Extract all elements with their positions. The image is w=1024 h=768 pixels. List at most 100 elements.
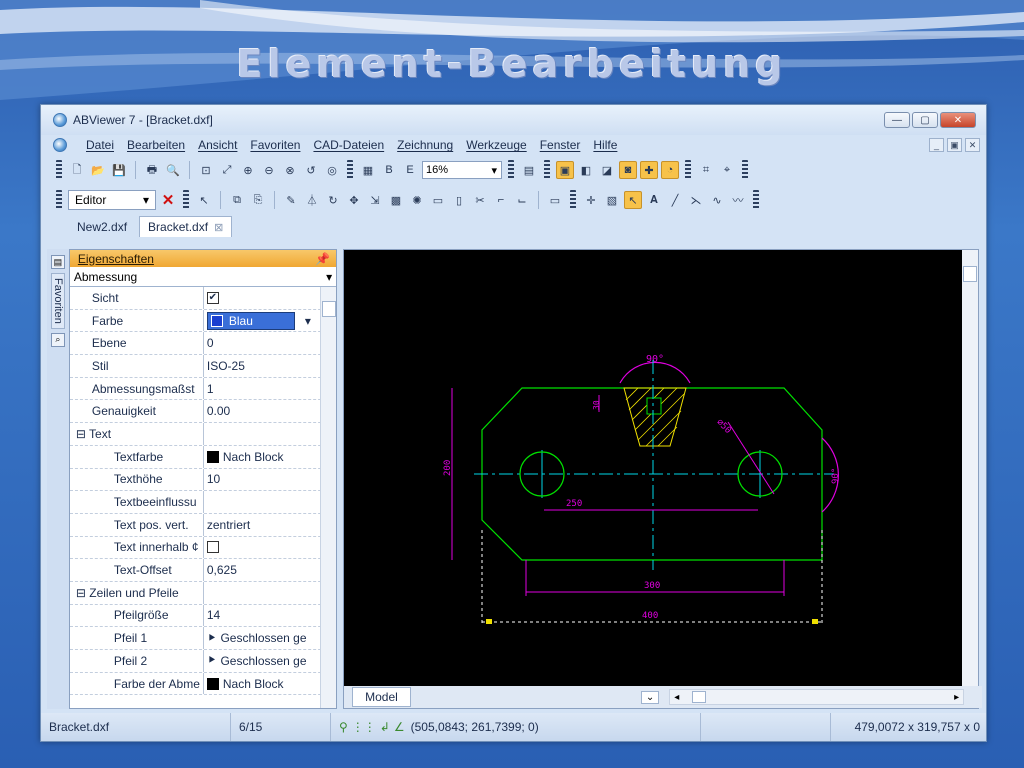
tab-bracket[interactable]: Bracket.dxf ⊠ xyxy=(139,216,233,237)
editor-mode-combobox[interactable]: Editor ▾ xyxy=(68,190,156,210)
model-tab[interactable]: Model xyxy=(352,687,411,707)
tab-close-icon[interactable]: ⊠ xyxy=(214,222,223,234)
property-row[interactable]: Farbe Blau ▾ xyxy=(69,309,337,333)
property-row[interactable]: Stil ISO-25 xyxy=(69,355,337,378)
property-row[interactable]: Pfeil 2 ⯈ Geschlossen ge xyxy=(69,650,337,673)
paste-icon[interactable]: ⎘ xyxy=(249,191,267,209)
layout-chevron-icon[interactable]: ⌄ xyxy=(640,690,660,704)
color-mode-icon[interactable]: ◪ xyxy=(598,161,616,179)
grid-status-icon[interactable]: ⋮⋮ xyxy=(352,720,376,734)
explode-icon[interactable]: ✺ xyxy=(408,191,426,209)
property-row[interactable]: Textfarbe Nach Block xyxy=(69,445,337,469)
checkbox-checked-icon[interactable]: ✔ xyxy=(206,291,219,304)
measure-icon[interactable]: ⌗ xyxy=(697,161,715,179)
zoom-extents-icon[interactable]: ⤢ xyxy=(218,161,236,179)
canvas-vertical-scrollbar[interactable] xyxy=(962,250,978,686)
pin-icon[interactable]: 📌 xyxy=(315,252,330,266)
show-lineweight-icon[interactable]: ◙ xyxy=(619,161,637,179)
property-row[interactable]: Sicht ✔ xyxy=(69,287,337,310)
property-value[interactable]: 10 xyxy=(204,472,336,486)
move-icon[interactable]: ✥ xyxy=(345,191,363,209)
color-dropdown[interactable]: Blau xyxy=(206,311,295,330)
freehand-icon[interactable]: 〰 xyxy=(729,191,747,209)
checkbox-icon[interactable] xyxy=(206,541,219,554)
close-icon[interactable]: ✕ xyxy=(940,112,976,128)
property-row[interactable]: Genauigkeit 0.00 xyxy=(69,400,337,424)
property-row[interactable]: Pfeilgröße 14 xyxy=(69,604,337,628)
tab-new2[interactable]: New2.dxf xyxy=(69,217,135,237)
property-row[interactable]: ⊟ Text xyxy=(69,423,337,446)
menu-bearbeiten[interactable]: Bearbeiten xyxy=(127,138,185,152)
zoom-in-icon[interactable]: ⊕ xyxy=(239,161,257,179)
pen-icon[interactable]: ✎ xyxy=(282,191,300,209)
property-row[interactable]: Text-Offset 0,625 xyxy=(69,559,337,582)
search-icon[interactable]: ⌕ xyxy=(50,332,65,347)
property-row[interactable]: Texthöhe 10 xyxy=(69,468,337,492)
menu-fenster[interactable]: Fenster xyxy=(540,138,581,152)
chamfer-icon[interactable]: ⌙ xyxy=(513,191,531,209)
zoom-all-icon[interactable]: ◎ xyxy=(323,161,341,179)
property-value[interactable]: 1 xyxy=(204,382,336,396)
print-icon[interactable]: 🖶 xyxy=(143,161,161,179)
drawing-canvas[interactable]: 90° 30 ⌀50 200 250 90° 300 400 Model ⌄ ◂… xyxy=(343,249,983,709)
array-icon[interactable]: ▩ xyxy=(387,191,405,209)
maximize-icon[interactable]: ▢ xyxy=(912,112,938,128)
property-row[interactable]: ⊟ Zeilen und Pfeile xyxy=(69,581,337,605)
zoom-window-icon[interactable]: ⊡ xyxy=(197,161,215,179)
property-row[interactable]: Text pos. vert. zentriert xyxy=(69,513,337,537)
menu-ansicht[interactable]: Ansicht xyxy=(198,138,237,152)
property-value[interactable]: 0,625 xyxy=(204,563,336,577)
print-preview-icon[interactable]: 🔍 xyxy=(164,161,182,179)
fillet-icon[interactable]: ⌐ xyxy=(492,191,510,209)
scale-icon[interactable]: ⇲ xyxy=(366,191,384,209)
property-row[interactable]: Abmessungsmaßst 1 xyxy=(69,377,337,401)
menu-zeichnung[interactable]: Zeichnung xyxy=(397,138,453,152)
favoriten-strip-tab[interactable]: Favoriten xyxy=(50,273,65,329)
add-point-icon[interactable]: ✛ xyxy=(582,191,600,209)
zoom-real-icon[interactable]: ⊗ xyxy=(281,161,299,179)
property-row[interactable]: Textbeeinflussu xyxy=(69,491,337,514)
ungroup-icon[interactable]: ▯ xyxy=(450,191,468,209)
new-file-icon[interactable]: 🗋 xyxy=(68,161,86,179)
minimize-icon[interactable]: — xyxy=(884,112,910,128)
property-value[interactable]: Nach Block xyxy=(204,450,336,464)
mdi-close-icon[interactable]: ✕ xyxy=(965,138,980,152)
export-bmp-icon[interactable]: B xyxy=(380,161,398,179)
properties-category-combobox[interactable]: Abmessung ▾ xyxy=(69,267,337,287)
export-emf-icon[interactable]: E xyxy=(401,161,419,179)
zoom-combobox[interactable]: 16% ▾ xyxy=(422,161,502,179)
delete-icon[interactable]: ✕ xyxy=(159,191,177,209)
property-row[interactable]: Pfeil 1 ⯈ Geschlossen ge xyxy=(69,627,337,650)
open-file-icon[interactable]: 📂 xyxy=(89,161,107,179)
menu-datei[interactable]: Datei xyxy=(86,138,114,152)
scroll-left-icon[interactable]: ◂ xyxy=(674,692,679,703)
property-value[interactable]: 14 xyxy=(204,608,336,622)
menu-hilfe[interactable]: Hilfe xyxy=(593,138,617,152)
property-value[interactable]: 0.00 xyxy=(204,404,336,418)
scroll-right-icon[interactable]: ▸ xyxy=(954,692,959,703)
select-arrow-icon[interactable]: ↖ xyxy=(624,191,642,209)
mirror-icon[interactable]: ⏃ xyxy=(303,191,321,209)
ortho-status-icon[interactable]: ↲ xyxy=(380,720,390,734)
zoom-previous-icon[interactable]: ↺ xyxy=(302,161,320,179)
mdi-doc-icon[interactable] xyxy=(53,138,67,152)
measure-area-icon[interactable]: ⌖ xyxy=(718,161,736,179)
mdi-minimize-icon[interactable]: _ xyxy=(929,138,944,152)
spline-icon[interactable]: ∿ xyxy=(708,191,726,209)
property-row[interactable]: Farbe der Abme Nach Block xyxy=(69,672,337,696)
property-value[interactable]: ⯈ Geschlossen ge xyxy=(204,631,336,646)
property-value[interactable]: ✔ xyxy=(204,291,336,304)
menu-cad-dateien[interactable]: CAD-Dateien xyxy=(313,138,384,152)
text-icon[interactable]: 𝐀 xyxy=(645,191,663,209)
hatch-icon[interactable]: ▧ xyxy=(603,191,621,209)
property-scrollbar[interactable] xyxy=(320,287,337,708)
property-value[interactable]: 0 xyxy=(204,336,336,350)
save-icon[interactable]: 💾 xyxy=(110,161,128,179)
property-value[interactable]: ⯈ Geschlossen ge xyxy=(204,653,336,668)
copy-icon[interactable]: ⧉ xyxy=(228,191,246,209)
trim-icon[interactable]: ✂ xyxy=(471,191,489,209)
block-icon[interactable]: ▭ xyxy=(546,191,564,209)
property-value[interactable]: Blau ▾ xyxy=(204,311,336,330)
property-value[interactable]: ISO-25 xyxy=(204,359,336,373)
property-value[interactable]: zentriert xyxy=(204,518,336,532)
